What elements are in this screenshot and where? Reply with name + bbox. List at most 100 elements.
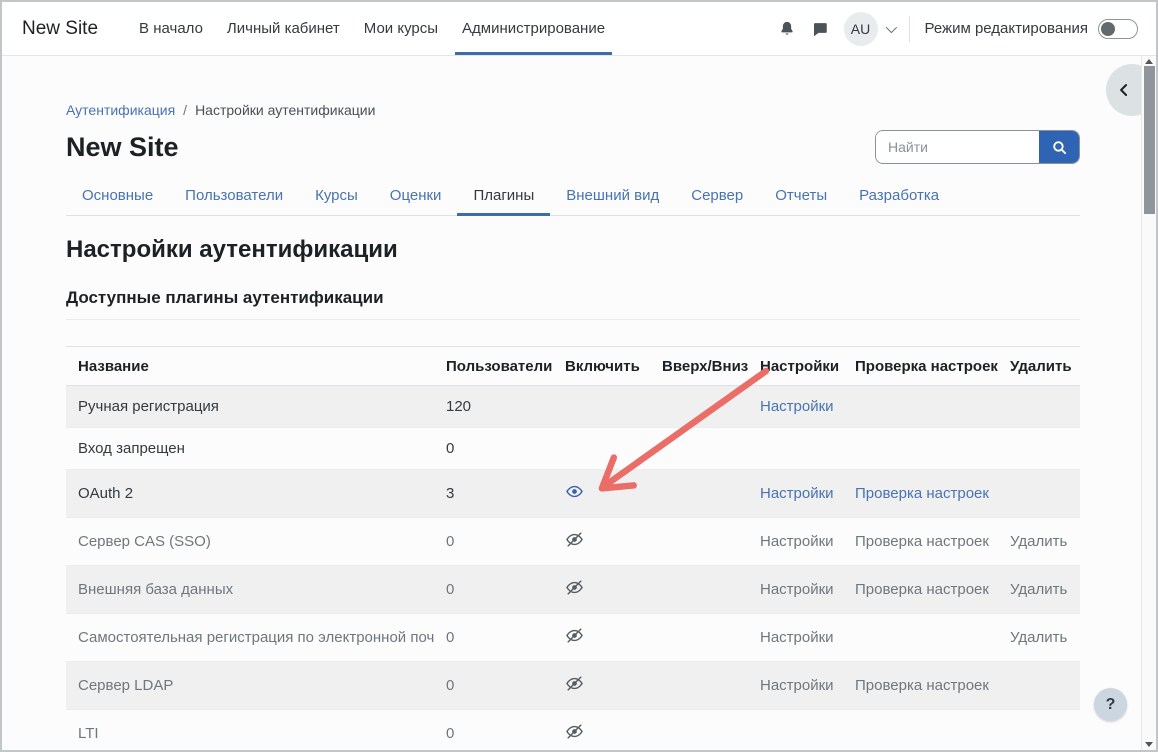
plugin-name: OAuth 2	[66, 470, 434, 518]
plugin-users-count: 0	[434, 518, 553, 566]
plugin-users-count: 0	[434, 428, 553, 470]
settings-link[interactable]: Настройки	[760, 398, 834, 415]
chevron-left-icon	[1114, 80, 1134, 100]
plugin-enable-cell	[553, 428, 650, 470]
primary-nav: В начало Личный кабинет Мои курсы Админи…	[127, 2, 617, 55]
test-settings-link[interactable]: Проверка настроек	[855, 581, 989, 598]
chat-icon[interactable]	[811, 20, 829, 38]
settings-link[interactable]: Настройки	[760, 485, 834, 502]
delete-link[interactable]: Удалить	[1010, 533, 1067, 550]
plugin-updown-cell	[650, 710, 748, 752]
tab-plugins[interactable]: Плагины	[457, 176, 550, 215]
search-button[interactable]	[1039, 131, 1079, 163]
section-divider	[66, 319, 1080, 320]
plugin-updown-cell	[650, 614, 748, 662]
subsection-heading: Доступные плагины аутентификации	[66, 288, 1080, 308]
tab-grades[interactable]: Оценки	[374, 176, 458, 215]
navbar-divider	[909, 16, 910, 42]
eye-slash-icon[interactable]	[565, 530, 584, 549]
settings-tabs: Основные Пользователи Курсы Оценки Плаги…	[66, 176, 1080, 216]
nav-item-home[interactable]: В начало	[127, 2, 215, 55]
settings-link[interactable]: Настройки	[760, 677, 834, 694]
magnifier-icon	[1051, 139, 1068, 156]
test-settings-link[interactable]: Проверка настроек	[855, 533, 989, 550]
plugin-users-count: 3	[434, 470, 553, 518]
plugin-name: Ручная регистрация	[66, 386, 434, 428]
delete-link[interactable]: Удалить	[1010, 629, 1067, 646]
eye-slash-icon[interactable]	[565, 578, 584, 597]
plugin-updown-cell	[650, 566, 748, 614]
question-icon: ?	[1106, 696, 1116, 714]
plugin-users-count: 0	[434, 710, 553, 752]
eye-icon[interactable]	[565, 482, 584, 501]
tab-courses[interactable]: Курсы	[299, 176, 374, 215]
table-row: OAuth 23 Настройки Проверка настроек	[66, 470, 1080, 518]
settings-link[interactable]: Настройки	[760, 629, 834, 646]
plugin-settings-cell	[748, 428, 843, 470]
nav-item-dashboard[interactable]: Личный кабинет	[215, 2, 352, 55]
breadcrumb-authentication-link[interactable]: Аутентификация	[66, 102, 175, 118]
section-heading: Настройки аутентификации	[66, 236, 1080, 264]
plugin-delete-cell	[998, 710, 1080, 752]
col-settings: Настройки	[748, 347, 843, 386]
site-brand-link[interactable]: New Site	[22, 18, 98, 40]
tab-general[interactable]: Основные	[66, 176, 169, 215]
test-settings-link[interactable]: Проверка настроек	[855, 677, 989, 694]
tab-reports[interactable]: Отчеты	[759, 176, 843, 215]
eye-slash-icon[interactable]	[565, 626, 584, 645]
avatar[interactable]: AU	[844, 12, 878, 46]
settings-link[interactable]: Настройки	[760, 581, 834, 598]
plugin-settings-cell: Настройки	[748, 518, 843, 566]
plugin-delete-cell: Удалить	[998, 518, 1080, 566]
col-updown: Вверх/Вниз	[650, 347, 748, 386]
scroll-up-arrow-icon[interactable]	[1145, 59, 1153, 64]
tab-users[interactable]: Пользователи	[169, 176, 299, 215]
plugin-delete-cell	[998, 470, 1080, 518]
edit-mode-control: Режим редактирования	[925, 19, 1138, 39]
page-title: New Site	[66, 132, 179, 163]
title-row: New Site	[66, 130, 1080, 164]
help-button[interactable]: ?	[1094, 688, 1127, 721]
breadcrumb: Аутентификация / Настройки аутентификаци…	[66, 102, 1080, 118]
plugin-test-cell: Проверка настроек	[843, 518, 998, 566]
vertical-scrollbar[interactable]	[1141, 56, 1156, 750]
plugin-test-cell	[843, 386, 998, 428]
plugin-name: Сервер LDAP	[66, 662, 434, 710]
plugin-test-cell	[843, 710, 998, 752]
delete-link[interactable]: Удалить	[1010, 581, 1067, 598]
nav-item-my-courses[interactable]: Мои курсы	[352, 2, 450, 55]
plugin-delete-cell: Удалить	[998, 614, 1080, 662]
bell-icon[interactable]	[778, 20, 796, 38]
test-settings-link[interactable]: Проверка настроек	[855, 485, 989, 502]
plugin-settings-cell: Настройки	[748, 614, 843, 662]
plugin-updown-cell	[650, 470, 748, 518]
plugin-name: Сервер CAS (SSO)	[66, 518, 434, 566]
settings-link[interactable]: Настройки	[760, 533, 834, 550]
tab-appearance[interactable]: Внешний вид	[550, 176, 675, 215]
user-menu[interactable]: AU	[844, 12, 894, 46]
main-content: Аутентификация / Настройки аутентификаци…	[2, 56, 1156, 752]
scrollbar-thumb[interactable]	[1144, 66, 1155, 214]
plugin-settings-cell	[748, 710, 843, 752]
plugin-enable-cell	[553, 566, 650, 614]
breadcrumb-separator: /	[183, 102, 187, 118]
plugin-updown-cell	[650, 428, 748, 470]
plugin-test-cell: Проверка настроек	[843, 662, 998, 710]
eye-slash-icon[interactable]	[565, 674, 584, 693]
plugin-users-count: 120	[434, 386, 553, 428]
plugin-updown-cell	[650, 386, 748, 428]
tab-development[interactable]: Разработка	[843, 176, 955, 215]
scroll-down-arrow-icon[interactable]	[1145, 742, 1153, 747]
eye-slash-icon[interactable]	[565, 722, 584, 741]
table-header-row: Название Пользователи Включить Вверх/Вни…	[66, 347, 1080, 386]
tab-server[interactable]: Сервер	[675, 176, 759, 215]
search-input[interactable]	[876, 131, 1039, 163]
plugin-name: Внешняя база данных	[66, 566, 434, 614]
plugin-enable-cell	[553, 662, 650, 710]
auth-plugins-table: Название Пользователи Включить Вверх/Вни…	[66, 346, 1080, 752]
edit-mode-toggle[interactable]	[1098, 19, 1138, 39]
plugin-enable-cell	[553, 386, 650, 428]
plugin-settings-cell: Настройки	[748, 662, 843, 710]
nav-item-site-administration[interactable]: Администрирование	[450, 2, 617, 55]
plugin-enable-cell	[553, 614, 650, 662]
